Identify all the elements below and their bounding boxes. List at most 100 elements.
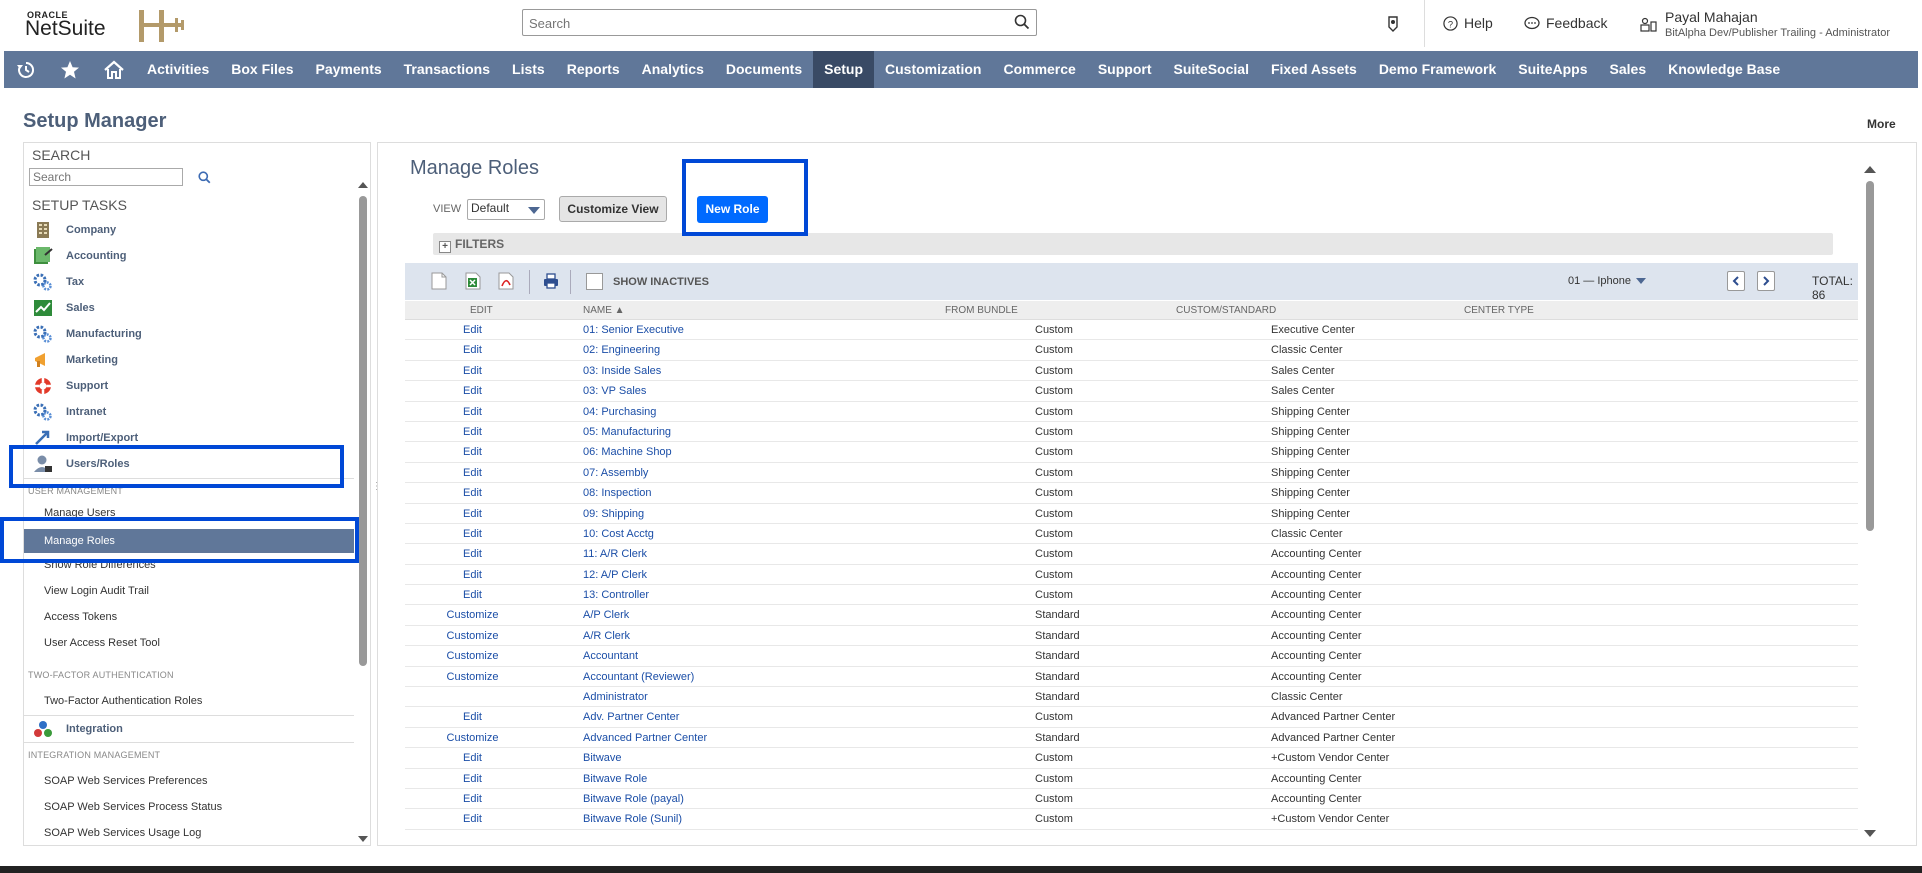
nav-activities[interactable]: Activities <box>136 51 220 88</box>
edit-link[interactable]: Edit <box>405 508 540 520</box>
role-name-link[interactable]: 07: Assembly <box>583 467 648 479</box>
role-name-link[interactable]: Bitwave Role (Sunil) <box>583 813 682 825</box>
task-users-roles[interactable]: Users/Roles <box>32 452 130 476</box>
edit-link[interactable]: Customize <box>405 630 540 642</box>
edit-link[interactable]: Edit <box>405 793 540 805</box>
role-name-link[interactable]: 10: Cost Acctg <box>583 528 654 540</box>
task-import-export[interactable]: Import/Export <box>32 426 138 450</box>
edit-link[interactable]: Edit <box>405 344 540 356</box>
next-page-button[interactable] <box>1757 271 1775 291</box>
sub-manage-users[interactable]: Manage Users <box>44 503 116 523</box>
edit-link[interactable]: Edit <box>405 467 540 479</box>
user-role[interactable]: BitAlpha Dev/Publisher Trailing - Admini… <box>1665 27 1890 39</box>
task-integration[interactable]: Integration <box>32 717 123 741</box>
nav-support[interactable]: Support <box>1087 51 1163 88</box>
customize-view-button[interactable]: Customize View <box>559 196 667 222</box>
task-company[interactable]: Company <box>32 218 116 242</box>
home-nav-button[interactable] <box>92 51 136 88</box>
nav-box-files[interactable]: Box Files <box>220 51 304 88</box>
col-from-bundle[interactable]: FROM BUNDLE <box>945 305 1018 316</box>
nav-knowledge-base[interactable]: Knowledge Base <box>1657 51 1791 88</box>
view-select[interactable]: Default <box>467 199 545 220</box>
role-name-link[interactable]: Advanced Partner Center <box>583 732 707 744</box>
main-scrollbar[interactable] <box>1862 165 1878 839</box>
edit-link[interactable]: Customize <box>405 609 540 621</box>
role-name-link[interactable]: Accountant <box>583 650 638 662</box>
role-name-link[interactable]: 03: Inside Sales <box>583 365 661 377</box>
edit-link[interactable]: Edit <box>405 324 540 336</box>
sub-view-login-audit-trail[interactable]: View Login Audit Trail <box>44 581 149 601</box>
filters-bar[interactable]: + FILTERS <box>433 233 1833 255</box>
sub-show-role-differences[interactable]: Show Role Differences <box>44 555 156 575</box>
task-marketing[interactable]: Marketing <box>32 348 118 372</box>
search-icon[interactable] <box>198 171 211 184</box>
edit-link[interactable]: Edit <box>405 406 540 418</box>
edit-link[interactable]: Edit <box>405 548 540 560</box>
role-name-link[interactable]: Accountant (Reviewer) <box>583 671 694 683</box>
show-inactives-checkbox[interactable] <box>586 273 603 290</box>
nav-payments[interactable]: Payments <box>305 51 393 88</box>
recent-nav-button[interactable] <box>4 51 48 88</box>
edit-link[interactable]: Edit <box>405 589 540 601</box>
edit-link[interactable]: Edit <box>405 528 540 540</box>
task-support[interactable]: Support <box>32 374 108 398</box>
edit-link[interactable]: Customize <box>405 650 540 662</box>
sub-access-tokens[interactable]: Access Tokens <box>44 607 117 627</box>
nav-demo-framework[interactable]: Demo Framework <box>1368 51 1507 88</box>
edit-link[interactable]: Edit <box>405 813 540 825</box>
export-pdf-icon[interactable] <box>498 272 514 290</box>
edit-link[interactable]: Edit <box>405 446 540 458</box>
col-name[interactable]: NAME ▲ <box>583 305 625 316</box>
role-name-link[interactable]: A/P Clerk <box>583 609 629 621</box>
sub-soap-process-status[interactable]: SOAP Web Services Process Status <box>44 797 222 817</box>
sub-user-access-reset-tool[interactable]: User Access Reset Tool <box>44 633 160 653</box>
task-tax[interactable]: Tax <box>32 270 84 294</box>
nav-commerce[interactable]: Commerce <box>992 51 1086 88</box>
task-manufacturing[interactable]: Manufacturing <box>32 322 142 346</box>
role-name-link[interactable]: 09: Shipping <box>583 508 644 520</box>
help-link[interactable]: ? Help <box>1443 15 1493 31</box>
role-name-link[interactable]: 05: Manufacturing <box>583 426 671 438</box>
nav-sales[interactable]: Sales <box>1599 51 1658 88</box>
task-accounting[interactable]: Accounting <box>32 244 127 268</box>
role-name-link[interactable]: 06: Machine Shop <box>583 446 672 458</box>
nav-reports[interactable]: Reports <box>556 51 631 88</box>
edit-link[interactable]: Edit <box>405 569 540 581</box>
search-icon[interactable] <box>1014 14 1030 30</box>
role-name-link[interactable]: Bitwave Role (payal) <box>583 793 684 805</box>
show-inactives-toggle[interactable]: SHOW INACTIVES <box>586 273 709 290</box>
col-custom-standard[interactable]: CUSTOM/STANDARD <box>1176 305 1276 316</box>
task-sales[interactable]: Sales <box>32 296 95 320</box>
edit-link[interactable]: Edit <box>405 487 540 499</box>
role-name-link[interactable]: Bitwave <box>583 752 622 764</box>
global-search-input[interactable] <box>527 10 1001 36</box>
nav-setup[interactable]: Setup <box>813 51 874 88</box>
nav-analytics[interactable]: Analytics <box>631 51 715 88</box>
page-selector[interactable]: 01 — Iphone <box>1568 275 1646 287</box>
sub-manage-roles[interactable]: Manage Roles <box>24 529 354 553</box>
role-name-link[interactable]: 01: Senior Executive <box>583 324 684 336</box>
new-role-button[interactable]: New Role <box>697 196 768 223</box>
shortcuts-nav-button[interactable] <box>48 51 92 88</box>
prev-page-button[interactable] <box>1727 271 1745 291</box>
role-name-link[interactable]: A/R Clerk <box>583 630 630 642</box>
netsuite-logo[interactable]: NetSuite <box>25 17 106 41</box>
edit-link[interactable]: Edit <box>405 365 540 377</box>
role-name-link[interactable]: 12: A/P Clerk <box>583 569 647 581</box>
panel-search-input[interactable] <box>29 168 183 186</box>
role-name-link[interactable]: 04: Purchasing <box>583 406 656 418</box>
edit-link[interactable]: Customize <box>405 732 540 744</box>
feedback-link[interactable]: Feedback <box>1524 15 1607 31</box>
edit-link[interactable]: Edit <box>405 711 540 723</box>
edit-link[interactable]: Edit <box>405 385 540 397</box>
edit-link[interactable]: Edit <box>405 426 540 438</box>
sub-soap-usage-log[interactable]: SOAP Web Services Usage Log <box>44 823 201 843</box>
role-name-link[interactable]: 02: Engineering <box>583 344 660 356</box>
role-name-link[interactable]: Administrator <box>583 691 648 703</box>
nav-suiteapps[interactable]: SuiteApps <box>1507 51 1598 88</box>
role-name-link[interactable]: 08: Inspection <box>583 487 652 499</box>
role-name-link[interactable]: Bitwave Role <box>583 773 647 785</box>
nav-customization[interactable]: Customization <box>874 51 992 88</box>
role-name-link[interactable]: 03: VP Sales <box>583 385 646 397</box>
role-name-link[interactable]: Adv. Partner Center <box>583 711 679 723</box>
